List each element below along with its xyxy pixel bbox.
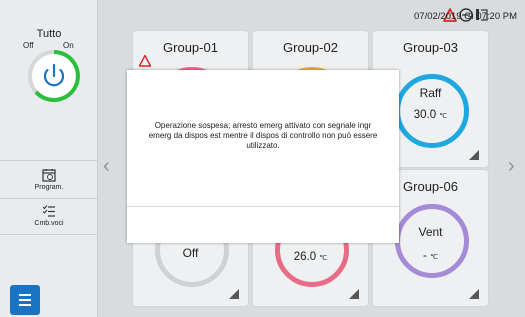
menu-button[interactable]	[10, 285, 40, 315]
menu-icon-line	[19, 299, 31, 301]
divider	[0, 160, 98, 161]
dialog-message: Operazione sospesa; arresto emerg attiva…	[148, 121, 378, 150]
temperature-unit: ℃	[319, 255, 328, 262]
emergency-stop-dialog: Operazione sospesa; arresto emerg attiva…	[127, 70, 399, 243]
menu-icon-line	[19, 304, 31, 306]
temperature-value: 26.0 ℃	[253, 251, 368, 263]
change-items-button[interactable]: Cmb.voci	[0, 200, 98, 234]
mode-label: Off	[182, 246, 199, 260]
corner-indicator	[469, 150, 479, 160]
corner-indicator	[349, 289, 359, 299]
date-time: 07/02/2019 Gi 07:20 PM	[414, 11, 517, 22]
corner-indicator	[229, 289, 239, 299]
status-ring	[395, 204, 469, 278]
all-power-button[interactable]	[26, 48, 82, 104]
left-panel: Tutto Off On Program. Cmb.voci	[0, 0, 98, 317]
temperature-number: 30.0	[413, 109, 437, 121]
all-groups-label: Tutto	[36, 28, 62, 40]
group-name: Group-01	[163, 40, 218, 55]
alarm-icon	[138, 54, 152, 67]
change-items-label: Cmb.voci	[34, 220, 64, 227]
temperature-unit: ℃	[430, 254, 438, 261]
header: ! 07/02/2019 Gi 07:20 PM	[98, 0, 525, 32]
checklist-icon	[42, 205, 55, 217]
menu-icon	[19, 294, 31, 296]
temperature-value: - ℃	[373, 250, 488, 262]
temperature-number: 26.0	[293, 251, 317, 263]
divider	[0, 234, 98, 235]
next-page-arrow-icon[interactable]: ›	[508, 155, 515, 178]
dialog-button-area[interactable]	[127, 207, 399, 243]
divider	[0, 198, 98, 199]
program-button[interactable]: Program.	[0, 164, 98, 198]
group-name: Group-03	[403, 40, 458, 55]
temperature-unit: ℃	[439, 113, 448, 120]
corner-indicator	[469, 289, 479, 299]
calendar-icon	[42, 169, 56, 182]
program-label: Program.	[34, 184, 64, 191]
previous-page-arrow-icon[interactable]: ‹	[103, 155, 110, 178]
temperature-number: -	[423, 250, 427, 262]
group-name: Group-02	[283, 40, 338, 55]
